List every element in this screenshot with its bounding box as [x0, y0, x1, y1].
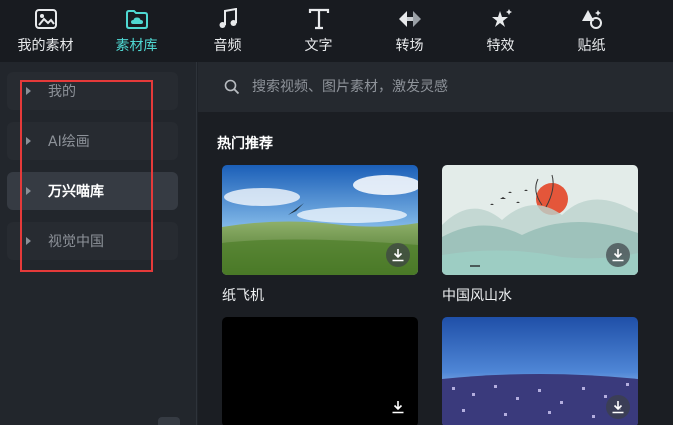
tab-audio[interactable]: 音频: [182, 0, 273, 62]
tab-label: 转场: [395, 38, 424, 54]
caret-right-icon: [26, 137, 31, 145]
tab-label: 我的素材: [17, 38, 74, 54]
search-bar: [198, 62, 673, 112]
download-icon[interactable]: [606, 243, 630, 267]
caret-right-icon: [26, 237, 31, 245]
asset-thumbnail: [222, 165, 418, 275]
tab-label: 文字: [304, 38, 333, 54]
tab-sticker[interactable]: 贴纸: [546, 0, 637, 62]
search-icon: [224, 79, 240, 99]
asset-thumbnail: [222, 317, 418, 425]
tab-text[interactable]: 文字: [273, 0, 364, 62]
transition-icon: [397, 6, 423, 32]
caret-right-icon: [26, 187, 31, 195]
sidebar-collapse-handle[interactable]: [158, 417, 180, 425]
my-assets-icon: [33, 6, 59, 32]
music-note-icon: [215, 6, 241, 32]
asset-card-black[interactable]: [222, 317, 418, 425]
section-title: 热门推荐: [217, 136, 273, 152]
asset-name: 中国风山水: [442, 288, 512, 304]
caret-right-icon: [26, 87, 31, 95]
asset-card-ink-landscape[interactable]: 中国风山水: [442, 165, 638, 305]
tab-label: 贴纸: [577, 38, 606, 54]
asset-thumbnail: [442, 165, 638, 275]
sidebar-item-visual-china[interactable]: 视觉中国: [7, 222, 178, 260]
sidebar-item-wondershare-library[interactable]: 万兴喵库: [7, 172, 178, 210]
cloud-folder-icon: [124, 6, 150, 32]
tab-label: 特效: [486, 38, 515, 54]
effects-star-icon: [488, 6, 514, 32]
asset-panel: 热门推荐: [198, 62, 673, 425]
sidebar-item-mine[interactable]: 我的: [7, 72, 178, 110]
tab-my-assets[interactable]: 我的素材: [0, 0, 91, 62]
asset-card-paper-plane[interactable]: 纸飞机: [222, 165, 418, 305]
tab-label: 素材库: [115, 38, 158, 54]
text-icon: [306, 6, 332, 32]
sticker-icon: [579, 6, 605, 32]
tab-transition[interactable]: 转场: [364, 0, 455, 62]
sidebar-item-ai-painting[interactable]: AI绘画: [7, 122, 178, 160]
top-tab-bar: 我的素材 素材库 音频 文字 转场 特效 贴纸: [0, 0, 673, 62]
sidebar-item-label: 我的: [48, 84, 76, 100]
download-icon[interactable]: [386, 395, 410, 419]
tab-label: 音频: [213, 38, 242, 54]
tab-asset-library[interactable]: 素材库: [91, 0, 182, 62]
asset-card-city-night[interactable]: [442, 317, 638, 425]
search-input[interactable]: [252, 75, 652, 99]
download-icon[interactable]: [386, 243, 410, 267]
tab-effects[interactable]: 特效: [455, 0, 546, 62]
sidebar-item-label: 万兴喵库: [48, 184, 104, 200]
sidebar-item-label: AI绘画: [48, 134, 90, 150]
category-sidebar: 我的 AI绘画 万兴喵库 视觉中国: [0, 62, 197, 425]
asset-name: 纸飞机: [222, 288, 264, 304]
download-icon[interactable]: [606, 395, 630, 419]
sidebar-item-label: 视觉中国: [48, 234, 104, 250]
asset-thumbnail: [442, 317, 638, 425]
